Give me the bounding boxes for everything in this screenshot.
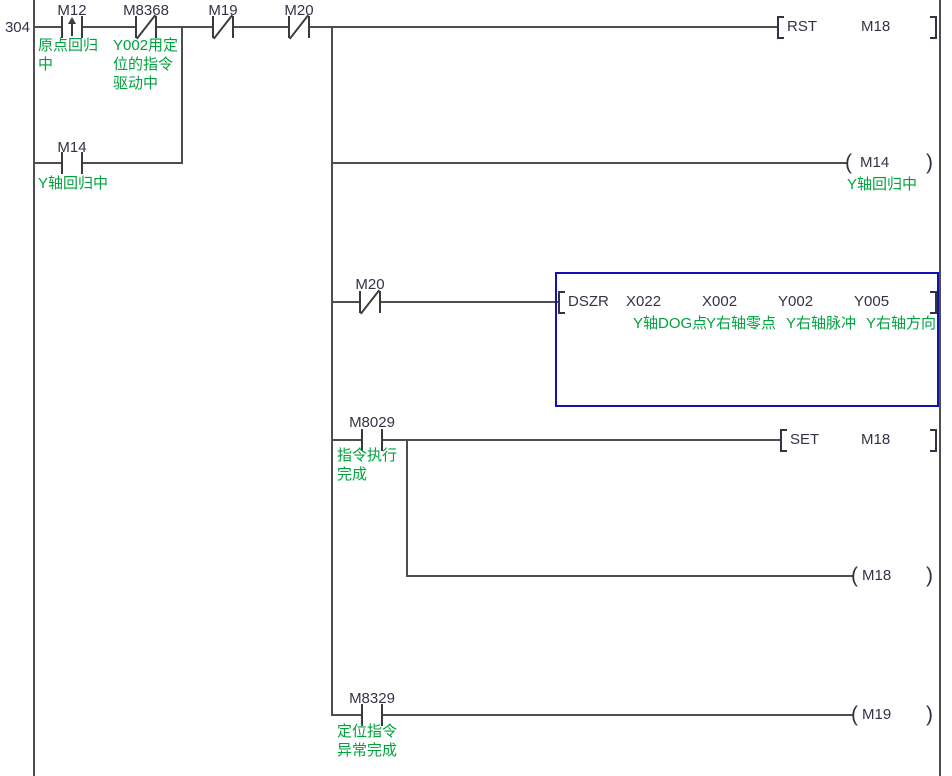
wire bbox=[83, 162, 183, 164]
contact-comment: 原点回归 中 bbox=[38, 36, 98, 74]
contact-label: M20 bbox=[259, 3, 339, 18]
wire bbox=[310, 26, 777, 28]
wire bbox=[383, 439, 780, 441]
contact-bar bbox=[379, 291, 381, 313]
contact-bar bbox=[81, 16, 83, 38]
instruction-operand: X002 bbox=[702, 294, 737, 309]
contact-label: M8368 bbox=[106, 3, 186, 18]
wire bbox=[331, 301, 359, 303]
contact-comment: Y002用定 位的指令 驱动中 bbox=[113, 36, 178, 93]
coil-paren-close: ) bbox=[926, 703, 933, 727]
contact-label: M14 bbox=[32, 140, 112, 155]
wire bbox=[83, 26, 135, 28]
contact-label: M8329 bbox=[332, 691, 412, 706]
operand-comment: Y右轴零点 bbox=[706, 315, 776, 332]
bracket-close-icon bbox=[930, 429, 937, 452]
wire bbox=[383, 714, 853, 716]
instruction-mnemonic: RST bbox=[787, 19, 817, 34]
bracket-open-icon bbox=[558, 291, 565, 314]
coil-label: M14 bbox=[860, 155, 889, 170]
instruction-operand: Y002 bbox=[778, 294, 813, 309]
wire bbox=[181, 26, 183, 164]
contact-comment: 定位指令 异常完成 bbox=[337, 722, 397, 760]
contact-m20-row1[interactable] bbox=[288, 16, 310, 38]
instruction-operand: X022 bbox=[626, 294, 661, 309]
contact-bar bbox=[212, 16, 214, 38]
contact-m19[interactable] bbox=[212, 16, 234, 38]
contact-comment: Y轴回归中 bbox=[38, 174, 108, 193]
operand-comment: Y右轴脉冲 bbox=[786, 315, 856, 332]
contact-label: M19 bbox=[183, 3, 263, 18]
contact-bar bbox=[232, 16, 234, 38]
contact-bar bbox=[155, 16, 157, 38]
wire bbox=[406, 439, 408, 577]
coil-label: M18 bbox=[862, 568, 891, 583]
coil-paren-close: ) bbox=[926, 151, 933, 175]
wire bbox=[157, 26, 212, 28]
contact-label: M8029 bbox=[332, 415, 412, 430]
bracket-close-icon bbox=[930, 291, 937, 314]
rising-edge-arrow-icon bbox=[71, 22, 73, 36]
bracket-open-icon bbox=[777, 16, 784, 39]
wire bbox=[333, 162, 847, 164]
bracket-open-icon bbox=[780, 429, 787, 452]
wire bbox=[406, 575, 853, 577]
contact-bar bbox=[359, 291, 361, 313]
right-power-rail bbox=[939, 0, 941, 776]
wire bbox=[234, 26, 288, 28]
instruction-operand: M18 bbox=[861, 19, 890, 34]
contact-m8368[interactable] bbox=[135, 16, 157, 38]
wire bbox=[34, 26, 61, 28]
coil-comment: Y轴回归中 bbox=[847, 175, 917, 194]
contact-label: M12 bbox=[32, 3, 112, 18]
nc-slash-icon bbox=[360, 290, 380, 315]
operand-comment: Y右轴方向 bbox=[866, 315, 936, 332]
wire bbox=[34, 162, 61, 164]
contact-label: M20 bbox=[330, 277, 410, 292]
instruction-operand: Y005 bbox=[854, 294, 889, 309]
wire bbox=[381, 301, 558, 303]
contact-m12[interactable] bbox=[61, 16, 83, 38]
wire bbox=[331, 439, 361, 441]
coil-paren-close: ) bbox=[926, 564, 933, 588]
instruction-operand: M18 bbox=[861, 432, 890, 447]
coil-paren-open: ( bbox=[845, 151, 852, 175]
contact-bar bbox=[308, 16, 310, 38]
instruction-mnemonic: SET bbox=[790, 432, 819, 447]
contact-bar bbox=[288, 16, 290, 38]
bracket-close-icon bbox=[930, 16, 937, 39]
rung-step-number: 304 bbox=[0, 19, 30, 36]
contact-comment: 指令执行 完成 bbox=[337, 446, 397, 484]
ladder-editor-canvas[interactable]: 304 M12 原点回归 中 M8368 Y002用定 位的指令 驱动中 bbox=[0, 0, 952, 776]
instruction-mnemonic: DSZR bbox=[568, 294, 609, 309]
coil-paren-open: ( bbox=[851, 703, 858, 727]
contact-bar bbox=[61, 16, 63, 38]
operand-comment: Y轴DOG点 bbox=[633, 315, 706, 332]
coil-paren-open: ( bbox=[851, 564, 858, 588]
contact-m20-dszr[interactable] bbox=[359, 291, 381, 313]
left-power-rail bbox=[33, 0, 35, 776]
contact-bar bbox=[135, 16, 137, 38]
coil-label: M19 bbox=[862, 707, 891, 722]
wire bbox=[331, 26, 333, 716]
wire bbox=[331, 714, 361, 716]
